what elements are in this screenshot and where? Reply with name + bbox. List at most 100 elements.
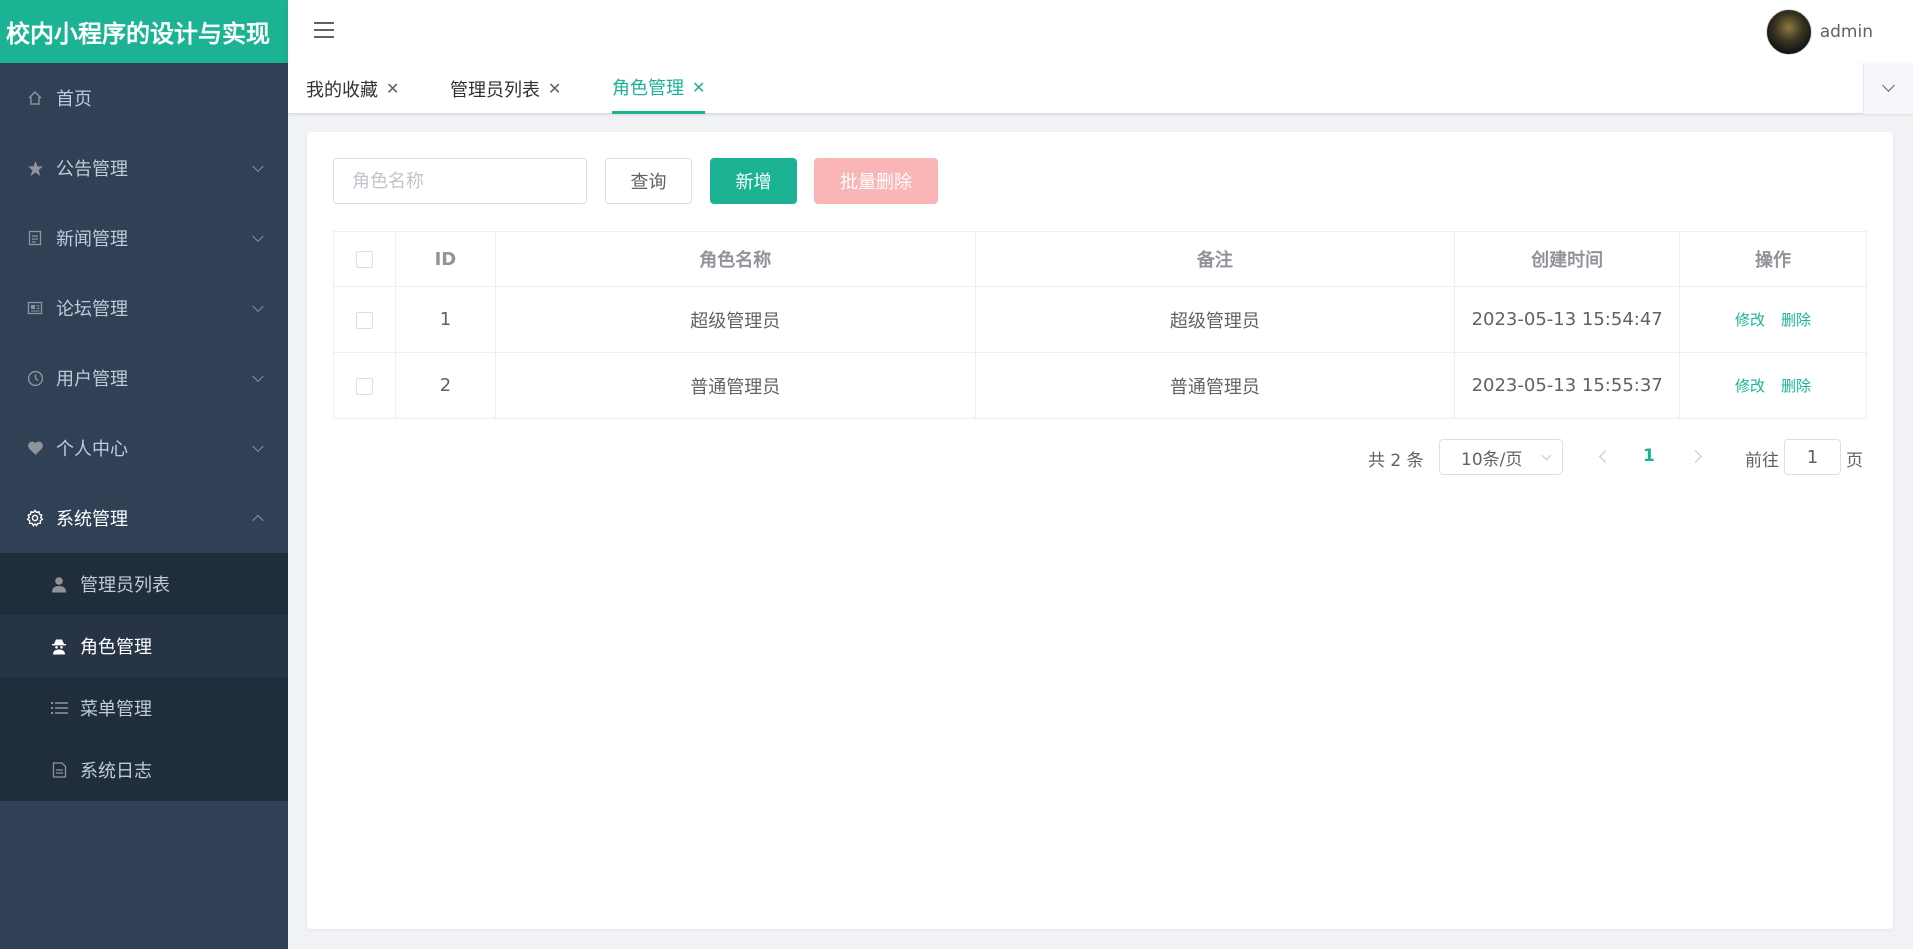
- chevron-down-icon: [252, 370, 264, 383]
- tab-favorites[interactable]: 我的收藏 ✕: [306, 63, 399, 114]
- gear-icon: [26, 509, 44, 527]
- username[interactable]: admin: [1820, 22, 1873, 42]
- select-all-checkbox[interactable]: [355, 251, 373, 268]
- sidebar-item-label: 首页: [56, 89, 92, 110]
- page-suffix-label: 页: [1846, 451, 1863, 471]
- sidebar-item-forum[interactable]: 论坛管理: [0, 273, 288, 343]
- sidebar-item-label: 系统管理: [56, 509, 128, 530]
- close-icon[interactable]: ✕: [548, 79, 561, 98]
- column-header: 操作: [1679, 231, 1867, 287]
- tab-roles[interactable]: 角色管理 ✕: [612, 63, 706, 114]
- heart-icon: [26, 439, 44, 457]
- sidebar-item-label: 论坛管理: [56, 299, 128, 320]
- select-all-cell: [333, 231, 396, 287]
- tab-label: 管理员列表: [450, 79, 540, 101]
- clock-icon: [26, 369, 44, 387]
- column-header[interactable]: ID: [394, 231, 496, 287]
- column-header[interactable]: 备注: [974, 231, 1456, 287]
- avatar[interactable]: [1765, 9, 1812, 55]
- sidebar-item-profile[interactable]: 个人中心: [0, 413, 288, 483]
- edit-link[interactable]: 修改: [1735, 311, 1765, 329]
- row-checkbox[interactable]: [355, 311, 373, 329]
- tabs-dropdown-button[interactable]: [1863, 63, 1913, 114]
- table-row: 1 超级管理员 超级管理员 2023-05-13 15:54:47 修改 删除: [333, 286, 1867, 353]
- system-submenu: 管理员列表 角色管理 菜单管理 系统日志: [0, 553, 288, 801]
- column-header[interactable]: 角色名称: [494, 231, 976, 287]
- sidebar-item-label: 系统日志: [80, 761, 152, 782]
- cell-remark: 普通管理员: [974, 352, 1456, 419]
- user-menu[interactable]: admin: [1765, 9, 1873, 55]
- tab-admin-list[interactable]: 管理员列表 ✕: [450, 63, 561, 114]
- sidebar: 校内小程序的设计与实现 首页 公告管理 新闻管理 论坛管理 用户管理 个人中心 …: [0, 0, 288, 949]
- home-icon: [26, 89, 44, 107]
- cell-created-time: 2023-05-13 15:54:47: [1454, 286, 1681, 353]
- table-row: 2 普通管理员 普通管理员 2023-05-13 15:55:37 修改 删除: [333, 352, 1867, 419]
- batch-delete-button[interactable]: 批量删除: [814, 158, 938, 204]
- cell-id: 2: [394, 352, 496, 419]
- app-title: 校内小程序的设计与实现: [0, 0, 288, 63]
- chevron-down-icon: [252, 160, 264, 173]
- goto-label: 前往: [1745, 451, 1779, 471]
- row-select-cell: [333, 352, 396, 419]
- sidebar-item-home[interactable]: 首页: [0, 63, 288, 133]
- top-header: admin: [288, 0, 1913, 63]
- star-icon: [26, 159, 44, 177]
- cell-actions: 修改 删除: [1679, 352, 1867, 419]
- cell-id: 1: [394, 286, 496, 353]
- add-button[interactable]: 新增: [710, 158, 797, 204]
- row-checkbox[interactable]: [355, 377, 373, 395]
- list-icon: [50, 699, 68, 717]
- sidebar-item-label: 新闻管理: [56, 229, 128, 250]
- delete-link[interactable]: 删除: [1781, 377, 1811, 395]
- pagination: 共 2 条 10条/页 1 前往 页: [307, 439, 1867, 475]
- cell-role-name: 普通管理员: [494, 352, 976, 419]
- cell-role-name: 超级管理员: [494, 286, 976, 353]
- sidebar-item-users[interactable]: 用户管理: [0, 343, 288, 413]
- spy-icon: [50, 637, 68, 655]
- sidebar-item-system[interactable]: 系统管理: [0, 483, 288, 553]
- sidebar-item-label: 菜单管理: [80, 699, 152, 720]
- sidebar-item-logs[interactable]: 系统日志: [0, 739, 288, 801]
- page-size-select[interactable]: 10条/页: [1439, 439, 1563, 475]
- close-icon[interactable]: ✕: [692, 78, 705, 97]
- chevron-down-icon: [252, 440, 264, 453]
- chevron-down-icon: [252, 300, 264, 313]
- hamburger-icon[interactable]: [314, 22, 334, 40]
- sidebar-item-menus[interactable]: 菜单管理: [0, 677, 288, 739]
- goto-page-input[interactable]: [1784, 439, 1841, 475]
- sidebar-item-roles[interactable]: 角色管理: [0, 615, 288, 677]
- document-icon: [26, 229, 44, 247]
- role-name-search-input[interactable]: [333, 158, 587, 204]
- user-icon: [50, 575, 68, 593]
- tags-view: 我的收藏 ✕ 管理员列表 ✕ 角色管理 ✕: [288, 63, 1913, 114]
- sidebar-item-label: 用户管理: [56, 369, 128, 390]
- roles-table: ID 角色名称 备注 创建时间 操作 1 超级管理员 超级管理员 2023-05…: [333, 231, 1867, 419]
- sidebar-item-label: 角色管理: [80, 637, 152, 658]
- cell-remark: 超级管理员: [974, 286, 1456, 353]
- row-select-cell: [333, 286, 396, 353]
- log-icon: [50, 761, 68, 779]
- table-header-row: ID 角色名称 备注 创建时间 操作: [333, 231, 1867, 287]
- page-size-value: 10条/页: [1461, 449, 1523, 470]
- prev-page-icon[interactable]: [1599, 450, 1612, 463]
- sidebar-item-label: 管理员列表: [80, 575, 170, 596]
- page-number-current[interactable]: 1: [1643, 446, 1655, 466]
- column-header[interactable]: 创建时间: [1454, 231, 1681, 287]
- next-page-icon[interactable]: [1689, 450, 1702, 463]
- sidebar-item-news[interactable]: 新闻管理: [0, 203, 288, 273]
- query-button[interactable]: 查询: [605, 158, 692, 204]
- delete-link[interactable]: 删除: [1781, 311, 1811, 329]
- chevron-down-icon: [252, 230, 264, 243]
- sidebar-item-label: 个人中心: [56, 439, 128, 460]
- edit-link[interactable]: 修改: [1735, 377, 1765, 395]
- cell-created-time: 2023-05-13 15:55:37: [1454, 352, 1681, 419]
- pagination-total: 共 2 条: [1368, 451, 1424, 471]
- chevron-up-icon: [252, 514, 264, 527]
- tab-label: 角色管理: [612, 78, 684, 99]
- chevron-down-icon: [1541, 450, 1552, 461]
- sidebar-item-admin-list[interactable]: 管理员列表: [0, 553, 288, 615]
- sidebar-item-notice[interactable]: 公告管理: [0, 133, 288, 203]
- content-card: 查询 新增 批量删除 ID 角色名称 备注 创建时间 操作 1 超级管理员 超级…: [307, 132, 1893, 929]
- tab-label: 我的收藏: [306, 79, 378, 101]
- close-icon[interactable]: ✕: [386, 79, 399, 98]
